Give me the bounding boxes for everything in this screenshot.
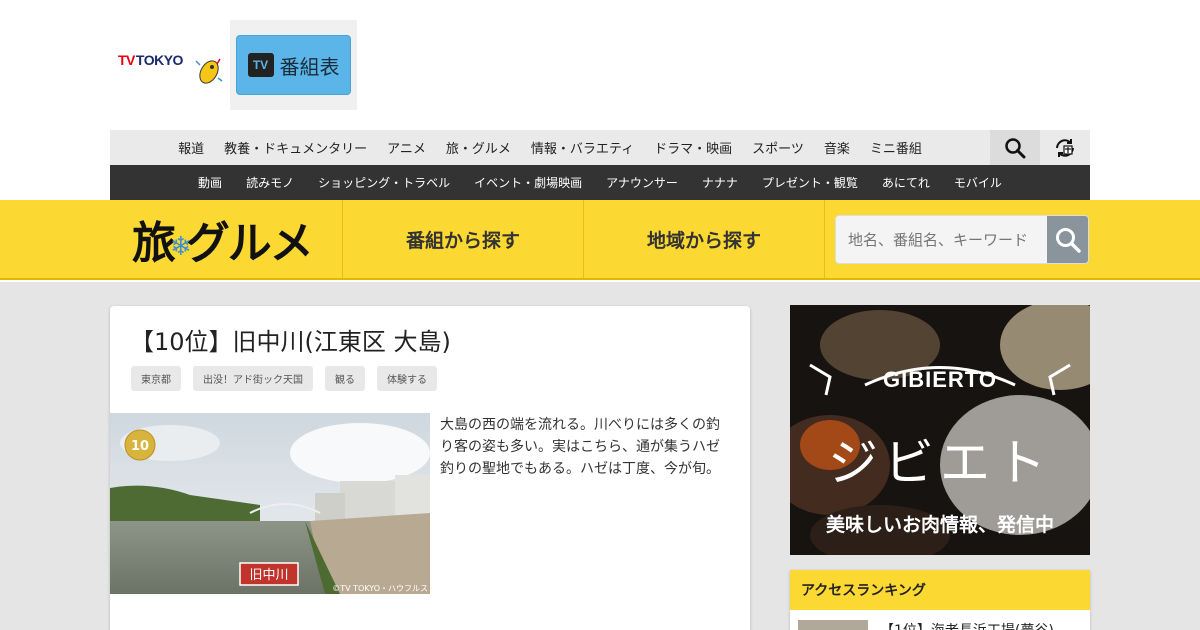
tv-tokyo-logo[interactable]: TV TOKYO xyxy=(118,52,183,68)
genre-nav-item[interactable]: 旅・グルメ xyxy=(446,138,511,157)
keyword-search xyxy=(835,215,1089,264)
sub-nav-item[interactable]: アナウンサー xyxy=(606,174,678,191)
gibierto-ad[interactable]: GIBIERTO ジビエト 美味しいお肉情報、発信中 xyxy=(790,305,1090,555)
translate-icon xyxy=(1056,138,1074,157)
site-search-button[interactable] xyxy=(990,130,1040,165)
ranking-item[interactable]: 【1位】海老長浜工場(夢谷) xyxy=(798,620,1054,630)
genre-nav-item[interactable]: ミニ番組 xyxy=(870,138,922,157)
sub-nav-item[interactable]: 読みモノ xyxy=(246,174,294,191)
photo-caption: 旧中川 xyxy=(249,568,288,583)
tag-list: 東京都 出没！アド街ック天国 観る 体験する xyxy=(131,366,437,391)
search-icon xyxy=(1005,137,1026,158)
mascot-icon xyxy=(195,58,223,84)
tv-icon: TV xyxy=(247,53,274,77)
keyword-search-input[interactable] xyxy=(836,216,1047,263)
sub-nav-item[interactable]: イベント・劇場映画 xyxy=(474,174,582,191)
ranking-heading: アクセスランキング xyxy=(790,570,1090,610)
genre-nav-item[interactable]: 教養・ドキュメンタリー xyxy=(224,138,367,157)
tv-guide-button[interactable]: TV 番組表 xyxy=(236,35,351,95)
snowflake-icon: ❄ xyxy=(170,232,192,262)
divider xyxy=(824,200,825,278)
logo-tv-text: TV xyxy=(118,52,135,68)
sub-nav-item[interactable]: 動画 xyxy=(198,174,222,191)
logo-tokyo-text: TOKYO xyxy=(135,52,184,68)
genre-nav-item[interactable]: 報道 xyxy=(178,138,204,157)
tv-guide-box: TV 番組表 xyxy=(230,20,357,110)
ad-brand: GIBIERTO xyxy=(883,367,997,392)
tabi-gourmet-logo[interactable]: 旅 ❄ グルメ xyxy=(132,208,314,270)
genre-nav-item[interactable]: アニメ xyxy=(387,138,426,157)
genre-nav-item[interactable]: スポーツ xyxy=(752,138,804,157)
tag[interactable]: 東京都 xyxy=(131,366,181,391)
sub-nav-item[interactable]: あにてれ xyxy=(882,174,930,191)
tag[interactable]: 体験する xyxy=(377,366,437,391)
genre-nav-item[interactable]: 音楽 xyxy=(824,138,850,157)
article-description: 大島の西の端を流れる。川べりには多くの釣り客の姿も多い。実はこちら、通が集うハゼ… xyxy=(440,417,720,477)
ranking-thumbnail xyxy=(798,620,868,630)
logo-kanji: 旅 xyxy=(132,218,176,269)
search-icon xyxy=(1055,227,1081,253)
rank-badge: 10 xyxy=(131,439,149,454)
sub-nav: 動画 読みモノ ショッピング・トラベル イベント・劇場映画 アナウンサー ナナナ… xyxy=(110,165,1090,200)
sub-nav-item[interactable]: ショッピング・トラベル xyxy=(318,174,450,191)
language-button[interactable] xyxy=(1040,130,1090,165)
genre-nav: 報道 教養・ドキュメンタリー アニメ 旅・グルメ 情報・バラエティ ドラマ・映画… xyxy=(110,130,990,165)
ad-title: ジビエト xyxy=(828,434,1052,492)
sub-nav-item[interactable]: モバイル xyxy=(954,174,1002,191)
article-title: 【10位】旧中川(江東区 大島) xyxy=(130,328,451,356)
genre-nav-item[interactable]: ドラマ・映画 xyxy=(654,138,732,157)
search-by-region-link[interactable]: 地域から探す xyxy=(584,200,824,278)
search-by-program-link[interactable]: 番組から探す xyxy=(343,200,583,278)
genre-nav-item[interactable]: 情報・バラエティ xyxy=(531,138,634,157)
tv-guide-label: 番組表 xyxy=(279,54,340,79)
sub-nav-item[interactable]: プレゼント・観覧 xyxy=(762,174,858,191)
keyword-search-button[interactable] xyxy=(1047,216,1088,263)
river-photo: 10 旧中川 ©TV TOKYO・ハウフルス xyxy=(110,413,430,594)
sub-nav-item[interactable]: ナナナ xyxy=(702,174,738,191)
logo-katakana: グルメ xyxy=(185,218,314,269)
tag[interactable]: 出没！アド街ック天国 xyxy=(193,366,313,391)
access-ranking: アクセスランキング 【1位】海老長浜工場(夢谷) xyxy=(790,570,1090,630)
photo-credit: ©TV TOKYO・ハウフルス xyxy=(332,584,428,593)
tag[interactable]: 観る xyxy=(325,366,365,391)
article-photo: 10 旧中川 ©TV TOKYO・ハウフルス xyxy=(110,413,430,594)
ranking-item-title: 【1位】海老長浜工場(夢谷) xyxy=(880,620,1054,630)
ad-subtitle: 美味しいお肉情報、発信中 xyxy=(825,514,1054,536)
